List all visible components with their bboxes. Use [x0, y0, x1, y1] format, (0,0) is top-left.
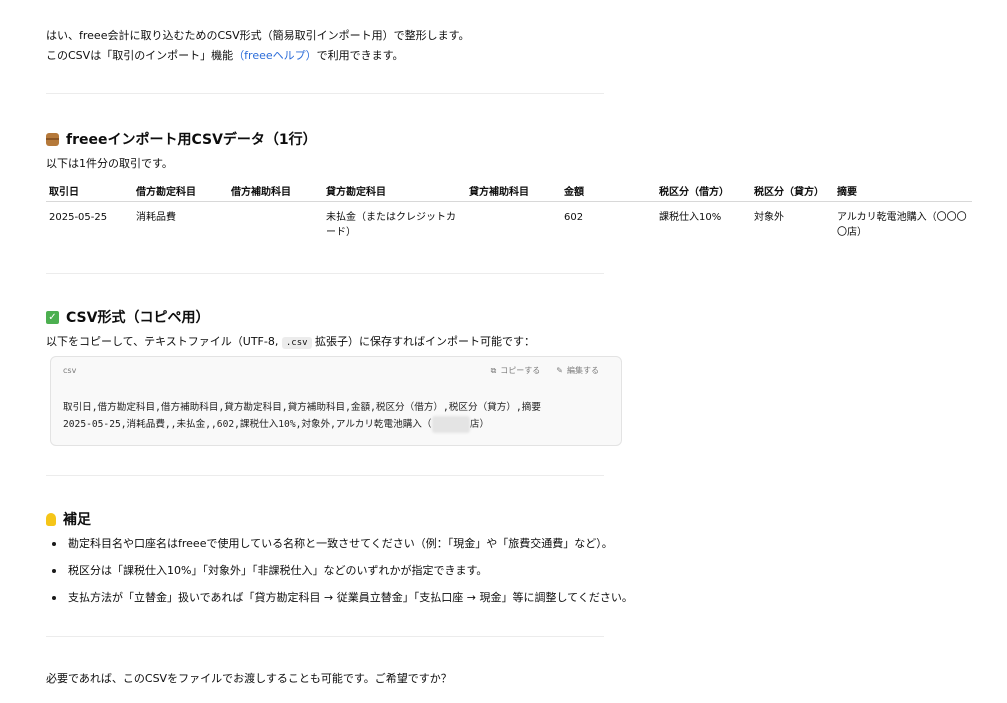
edit-label: 編集する: [567, 366, 599, 375]
divider: [46, 93, 604, 94]
edit-icon: ✎: [556, 366, 563, 375]
code-line-text: 店）: [469, 419, 490, 430]
table-cell: [466, 202, 561, 241]
section-description: 以下をコピーして、テキストファイル（UTF-8, .csv 拡張子）に保存すれば…: [46, 333, 535, 349]
column-header: 取引日: [46, 179, 133, 202]
divider: [46, 475, 604, 476]
table-cell: 未払金（またはクレジットカード）: [326, 212, 456, 238]
intro-line-2: このCSVは「取引のインポート」機能（freeeヘルプ）で利用できます。: [46, 46, 470, 66]
code-content[interactable]: 取引日,借方勘定科目,借方補助科目,貸方勘定科目,貸方補助科目,金額,税区分（借…: [63, 399, 541, 433]
section-title: freeeインポート用CSVデータ（1行）: [66, 132, 317, 148]
code-language-label: csv: [63, 366, 77, 375]
edit-button[interactable]: ✎ 編集する: [556, 365, 599, 376]
intro-line-2-pre: このCSVは「取引のインポート」機能: [46, 49, 234, 62]
code-actions: ⧉ コピーする ✎ 編集する: [491, 365, 599, 376]
notes-list: 勘定科目名や口座名はfreeeで使用している名称と一致させてください（例：「現金…: [46, 535, 633, 616]
table-cell: 602: [564, 212, 584, 223]
column-header: 借方勘定科目: [133, 179, 228, 202]
intro-line-2-post: で利用できます。: [316, 49, 404, 62]
code-line: 取引日,借方勘定科目,借方補助科目,貸方勘定科目,貸方補助科目,金額,税区分（借…: [63, 402, 541, 413]
section-heading-notes: 補足: [46, 509, 91, 529]
table-cell: 2025-05-25: [49, 212, 108, 223]
table-cell: アルカリ乾電池購入（〇〇〇〇店）: [837, 212, 967, 238]
check-mark-icon: ✓: [46, 310, 59, 324]
list-item: 税区分は「課税仕入10%」「対象外」「非課税仕入」などのいずれかが指定できます。: [46, 562, 633, 589]
divider: [46, 636, 604, 637]
copy-button[interactable]: ⧉ コピーする: [491, 365, 541, 376]
column-header: 税区分（貸方）: [751, 179, 834, 202]
transaction-table: 取引日 借方勘定科目 借方補助科目 貸方勘定科目 貸方補助科目 金額 税区分（借…: [46, 179, 972, 240]
code-block: csv ⧉ コピーする ✎ 編集する 取引日,借方勘定科目,借方補助科目,貸方勘定科…: [50, 356, 622, 446]
column-header: 借方補助科目: [228, 179, 323, 202]
freee-help-link[interactable]: （freeeヘルプ）: [233, 49, 316, 62]
divider: [46, 273, 604, 274]
closing-text: 必要であれば、このCSVをファイルでお渡しすることも可能です。ご希望ですか？: [46, 672, 452, 685]
copy-label: コピーする: [500, 366, 541, 375]
table-cell: 課税仕入10%: [659, 212, 722, 223]
column-header: 貸方勘定科目: [323, 179, 466, 202]
redacted-text: [431, 416, 470, 433]
list-item: 支払方法が「立替金」扱いであれば「貸方勘定科目 → 従業員立替金」「支払口座 →…: [46, 589, 633, 616]
column-header: 貸方補助科目: [466, 179, 561, 202]
section-title: CSV形式（コピペ用）: [66, 310, 210, 326]
section-subtitle: 以下は1件分の取引です。: [46, 157, 173, 170]
intro-line-1: はい、freee会計に取り込むためのCSV形式（簡易取引インポート用）で整形しま…: [46, 29, 470, 42]
section-heading-csv-format: ✓ CSV形式（コピペ用）: [46, 307, 209, 327]
section-title: 補足: [63, 512, 91, 528]
column-header: 税区分（借方）: [656, 179, 751, 202]
copy-icon: ⧉: [490, 366, 497, 375]
table-header-row: 取引日 借方勘定科目 借方補助科目 貸方勘定科目 貸方補助科目 金額 税区分（借…: [46, 179, 972, 202]
intro-text: はい、freee会計に取り込むためのCSV形式（簡易取引インポート用）で整形しま…: [46, 26, 470, 66]
column-header: 金額: [561, 179, 656, 202]
description-text: 拡張子）に保存すればインポート可能です：: [315, 335, 536, 348]
code-line-text: 2025-05-25,消耗品費,,未払金,,602,課税仕入10%,対象外,アル…: [63, 419, 432, 430]
table-cell: 消耗品費: [136, 212, 176, 223]
inline-code: .csv: [281, 337, 312, 349]
description-text: 以下をコピーして、テキストファイル（UTF-8,: [46, 335, 279, 348]
section-heading-csv-data: freeeインポート用CSVデータ（1行）: [46, 129, 317, 149]
table-row: 2025-05-25 消耗品費 未払金（またはクレジットカード） 602 課税仕…: [46, 202, 972, 241]
table-cell: 対象外: [754, 212, 784, 223]
package-icon: [46, 132, 59, 146]
list-item: 勘定科目名や口座名はfreeeで使用している名称と一致させてください（例：「現金…: [46, 535, 633, 562]
light-bulb-icon: [46, 512, 56, 526]
column-header: 摘要: [834, 179, 972, 202]
table-cell: [228, 202, 323, 241]
code-line: 2025-05-25,消耗品費,,未払金,,602,課税仕入10%,対象外,アル…: [63, 416, 490, 433]
